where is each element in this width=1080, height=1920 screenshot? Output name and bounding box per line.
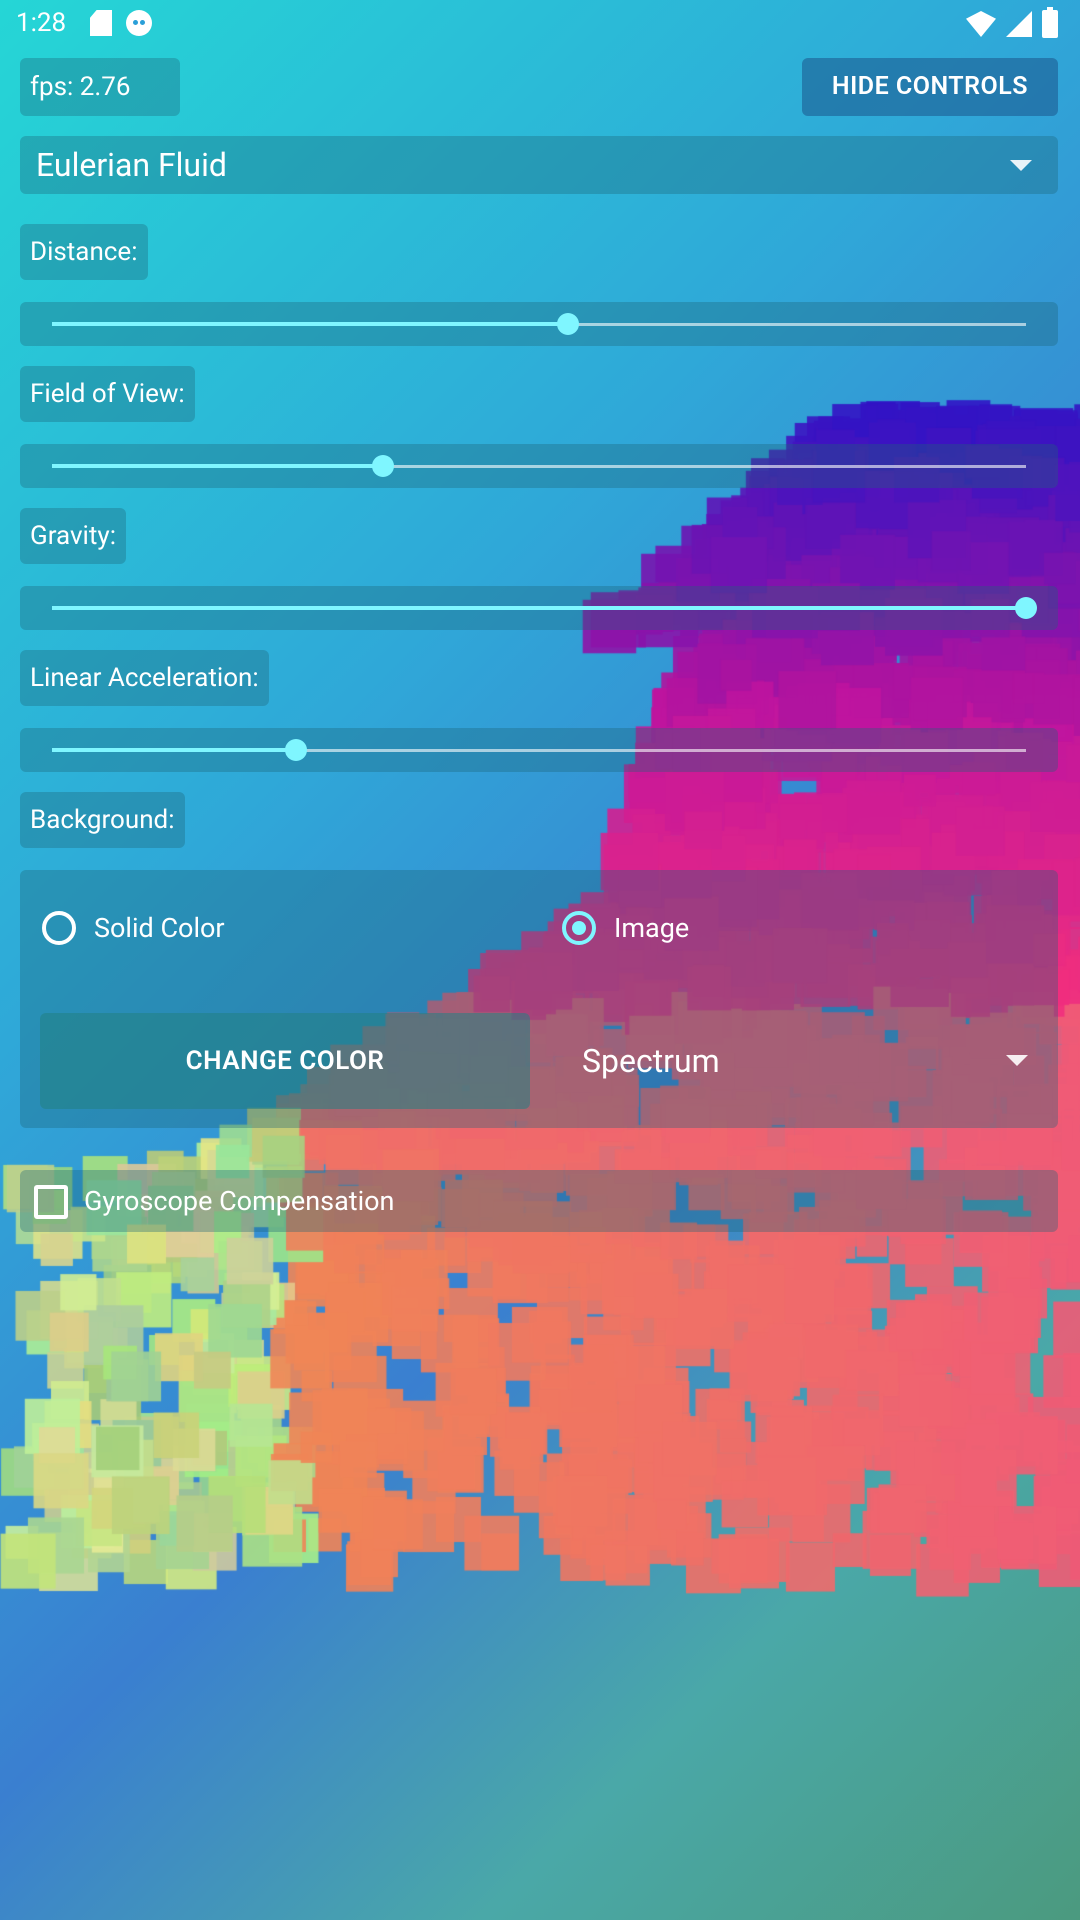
change-color-button[interactable]: CHANGE COLOR bbox=[40, 1013, 530, 1109]
linear-acceleration-label: Linear Acceleration: bbox=[20, 650, 269, 706]
chevron-down-icon bbox=[1010, 160, 1032, 171]
field-of-view-slider-thumb[interactable] bbox=[372, 455, 395, 477]
distance-label: Distance: bbox=[20, 224, 148, 280]
background-image-select-value: Spectrum bbox=[582, 1042, 720, 1080]
solid-color-radio[interactable] bbox=[42, 911, 76, 945]
background-image-select[interactable]: Spectrum bbox=[582, 1013, 1052, 1109]
gravity-slider[interactable] bbox=[20, 586, 1058, 630]
fps-readout: fps: 2.76 bbox=[20, 58, 180, 116]
android-debug-icon bbox=[126, 10, 152, 36]
wifi-icon bbox=[966, 11, 996, 37]
background-options-panel: Solid Color Image CHANGE COLOR Spectrum bbox=[20, 870, 1058, 1128]
field-of-view-slider[interactable] bbox=[20, 444, 1058, 488]
hide-controls-button[interactable]: HIDE CONTROLS bbox=[802, 58, 1058, 116]
signal-icon bbox=[1006, 11, 1032, 37]
gyroscope-compensation-label[interactable]: Gyroscope Compensation bbox=[84, 1184, 394, 1218]
chevron-down-icon bbox=[1006, 1055, 1028, 1066]
linear-acceleration-slider-thumb[interactable] bbox=[284, 739, 307, 761]
distance-slider[interactable] bbox=[20, 302, 1058, 346]
gravity-slider-thumb[interactable] bbox=[1015, 597, 1037, 619]
battery-icon bbox=[1042, 7, 1058, 38]
background-label: Background: bbox=[20, 792, 185, 848]
image-label[interactable]: Image bbox=[614, 911, 689, 945]
gravity-label: Gravity: bbox=[20, 508, 126, 564]
simulation-select[interactable]: Eulerian Fluid bbox=[20, 136, 1058, 194]
simulation-select-value: Eulerian Fluid bbox=[36, 146, 227, 184]
sd-card-icon bbox=[90, 10, 112, 36]
solid-color-label[interactable]: Solid Color bbox=[94, 911, 225, 945]
image-radio[interactable] bbox=[562, 911, 596, 945]
distance-slider-thumb[interactable] bbox=[557, 313, 580, 335]
field-of-view-label: Field of View: bbox=[20, 366, 195, 422]
status-bar: 1:28 bbox=[0, 0, 1080, 48]
linear-acceleration-slider[interactable] bbox=[20, 728, 1058, 772]
gyroscope-compensation-row[interactable]: Gyroscope Compensation bbox=[20, 1170, 1058, 1232]
status-time: 1:28 bbox=[16, 8, 67, 38]
gyroscope-compensation-checkbox[interactable] bbox=[34, 1185, 68, 1219]
